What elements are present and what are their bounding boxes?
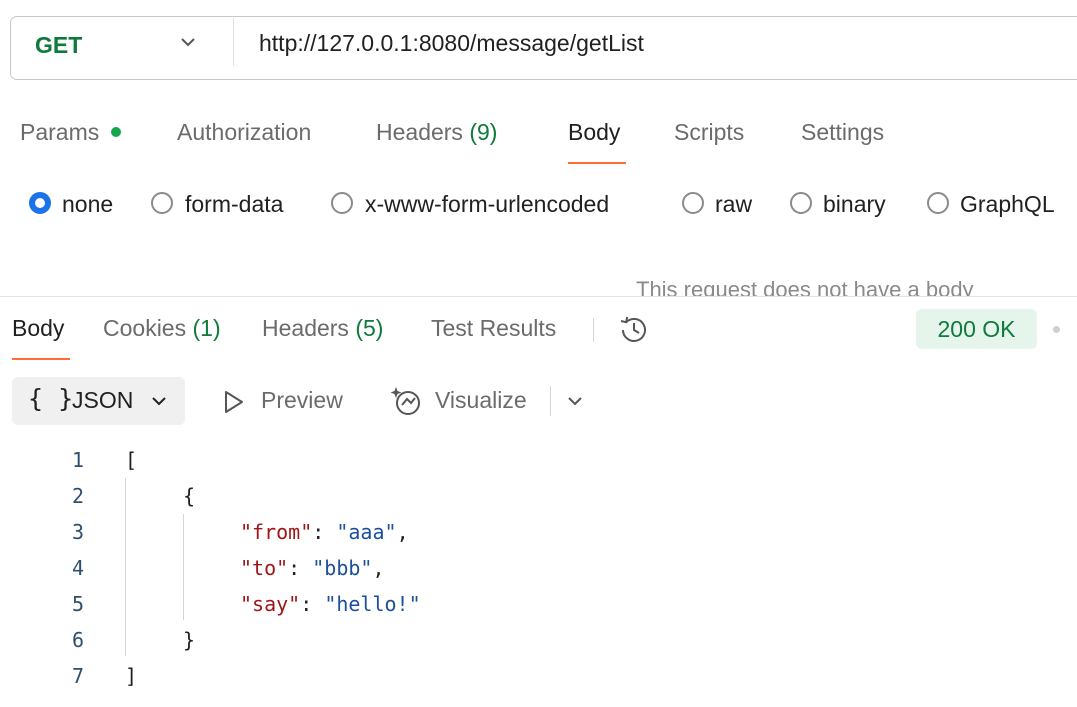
radio-form-data[interactable] — [151, 192, 173, 214]
tab-params-label: Params — [20, 119, 100, 145]
preview-button[interactable]: Preview — [261, 387, 343, 414]
response-tab-cookies[interactable]: Cookies (1) — [103, 315, 221, 342]
radio-form-data-label[interactable]: form-data — [185, 191, 283, 218]
response-tab-body-underline — [12, 358, 70, 360]
url-input[interactable]: http://127.0.0.1:8080/message/getList — [259, 30, 644, 57]
json-key: "to" — [240, 556, 289, 580]
tab-body[interactable]: Body — [568, 119, 620, 146]
line-number: 3 — [71, 520, 84, 544]
code-line-from: "from": "aaa", — [240, 520, 409, 544]
radio-none[interactable] — [29, 192, 51, 214]
code-open-bracket: [ — [125, 448, 138, 472]
history-icon[interactable] — [617, 313, 651, 347]
response-tab-headers[interactable]: Headers (5) — [262, 315, 383, 342]
url-divider — [233, 18, 234, 66]
url-bar: GET http://127.0.0.1:8080/message/getLis… — [10, 16, 1077, 80]
line-number: 1 — [71, 448, 84, 472]
json-comma: , — [396, 520, 409, 544]
radio-urlencoded[interactable] — [331, 192, 353, 214]
tab-settings[interactable]: Settings — [801, 119, 884, 146]
response-headers-count: (5) — [355, 315, 384, 341]
tab-authorization[interactable]: Authorization — [177, 119, 311, 146]
indent-guide — [183, 514, 184, 620]
radio-urlencoded-label[interactable]: x-www-form-urlencoded — [365, 191, 609, 218]
code-close-bracket: ] — [125, 664, 138, 688]
radio-binary[interactable] — [790, 192, 812, 214]
response-tab-test-results[interactable]: Test Results — [431, 315, 556, 342]
code-line-to: "to": "bbb", — [240, 556, 385, 580]
line-number: 6 — [71, 628, 84, 652]
radio-graphql[interactable] — [927, 192, 949, 214]
response-tab-cookies-label: Cookies — [103, 315, 187, 341]
response-tab-headers-label: Headers — [262, 315, 349, 341]
visualize-button[interactable]: Visualize — [435, 387, 527, 414]
braces-icon: { } — [28, 384, 74, 413]
tab-params[interactable]: Params — [20, 119, 122, 146]
line-number: 4 — [71, 556, 84, 580]
code-open-brace: { — [183, 484, 196, 508]
chevron-down-icon[interactable] — [177, 31, 199, 53]
json-string: "hello!" — [324, 592, 421, 616]
json-string: "bbb" — [312, 556, 373, 580]
tab-separator — [593, 318, 594, 342]
format-label: JSON — [72, 387, 134, 413]
toolbar-separator — [550, 386, 551, 416]
json-comma: , — [372, 556, 385, 580]
params-active-dot — [111, 126, 122, 137]
indent-guide — [125, 478, 126, 656]
line-number: 2 — [71, 484, 84, 508]
radio-binary-label[interactable]: binary — [823, 191, 886, 218]
line-number: 7 — [71, 664, 84, 688]
line-number: 5 — [71, 592, 84, 616]
radio-raw-label[interactable]: raw — [715, 191, 752, 218]
json-key: "say" — [240, 592, 301, 616]
tab-body-underline — [568, 162, 626, 164]
method-select[interactable]: GET — [35, 32, 82, 59]
more-dot — [1053, 326, 1060, 333]
code-close-brace: } — [183, 628, 196, 652]
tab-headers-label: Headers — [376, 119, 463, 145]
radio-raw[interactable] — [682, 192, 704, 214]
chevron-down-icon — [152, 397, 166, 406]
status-badge[interactable]: 200 OK — [916, 309, 1037, 349]
play-icon[interactable] — [222, 389, 246, 415]
response-tab-body[interactable]: Body — [12, 315, 64, 342]
code-line-say: "say": "hello!" — [240, 592, 421, 616]
json-string: "aaa" — [336, 520, 397, 544]
radio-none-label[interactable]: none — [62, 191, 113, 218]
format-select-button[interactable]: { } JSON — [12, 377, 185, 425]
cookies-count: (1) — [192, 315, 221, 341]
visualize-icon[interactable] — [390, 384, 424, 418]
radio-graphql-label[interactable]: GraphQL — [960, 191, 1055, 218]
tab-scripts[interactable]: Scripts — [674, 119, 744, 146]
headers-count: (9) — [469, 119, 498, 145]
tab-headers[interactable]: Headers (9) — [376, 119, 497, 146]
json-key: "from" — [240, 520, 313, 544]
chevron-down-icon[interactable] — [564, 390, 586, 412]
